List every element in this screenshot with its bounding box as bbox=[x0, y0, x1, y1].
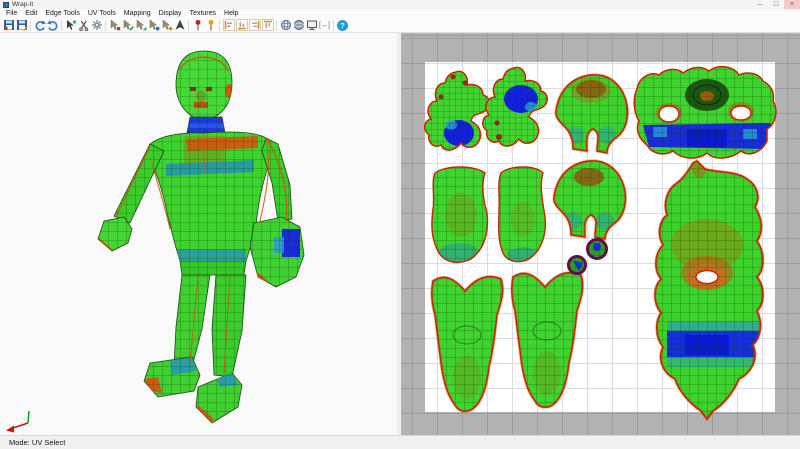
save-icon bbox=[3, 19, 15, 31]
window-title: Wrap-It bbox=[12, 1, 33, 8]
save-button[interactable] bbox=[2, 19, 15, 31]
mode-indicator: Mode: UV Select bbox=[9, 438, 65, 447]
unpin-button[interactable] bbox=[204, 19, 217, 31]
uv-island-torso-back[interactable] bbox=[653, 155, 775, 423]
menu-help[interactable]: Help bbox=[220, 10, 242, 17]
toolbar-separator bbox=[105, 20, 106, 31]
redo-button[interactable] bbox=[46, 19, 59, 31]
uv-hole bbox=[731, 106, 751, 120]
select-face-icon bbox=[135, 19, 147, 31]
x-axis-arrow bbox=[6, 426, 14, 433]
uv-island-ear-a[interactable] bbox=[569, 257, 586, 274]
monitor-icon bbox=[306, 19, 318, 31]
toolbar-separator bbox=[188, 20, 189, 31]
uv-island-leg-b[interactable] bbox=[509, 267, 587, 413]
toolbar-separator bbox=[219, 20, 220, 31]
gear-icon bbox=[91, 19, 103, 31]
menu-uv-tools[interactable]: UV Tools bbox=[84, 10, 120, 17]
redo-icon bbox=[47, 19, 59, 31]
menu-display[interactable]: Display bbox=[155, 10, 186, 17]
align-top-button[interactable] bbox=[261, 19, 274, 31]
toolbar-separator bbox=[61, 20, 62, 31]
align-top-icon bbox=[262, 19, 274, 31]
toolbar: [↔] ? bbox=[0, 18, 800, 33]
uv-island-leg-a[interactable] bbox=[429, 271, 507, 417]
menu-textures[interactable]: Textures bbox=[186, 10, 220, 17]
minimize-button[interactable]: – bbox=[752, 0, 768, 9]
settings-button[interactable] bbox=[90, 19, 103, 31]
menu-edge-tools[interactable]: Edge Tools bbox=[41, 10, 84, 17]
uv-select-button[interactable] bbox=[64, 19, 77, 31]
uv-island-arm-b[interactable] bbox=[495, 163, 553, 267]
uv-hole bbox=[696, 271, 718, 284]
viewport-3d[interactable] bbox=[0, 33, 397, 436]
menu-edit[interactable]: Edit bbox=[21, 10, 41, 17]
menu-file[interactable]: File bbox=[2, 10, 21, 17]
character-model bbox=[0, 33, 397, 436]
help-button[interactable]: ? bbox=[336, 19, 349, 31]
pin-icon bbox=[192, 19, 204, 31]
pin-button[interactable] bbox=[191, 19, 204, 31]
uv-island-ear-b[interactable] bbox=[588, 240, 607, 259]
status-bar: Mode: UV Select bbox=[0, 435, 800, 449]
align-bottom-button[interactable] bbox=[235, 19, 248, 31]
app-icon bbox=[3, 2, 9, 8]
select-edge-button[interactable] bbox=[121, 19, 134, 31]
title-bar: Wrap-It – □ × bbox=[0, 0, 800, 9]
undo-button[interactable] bbox=[33, 19, 46, 31]
toolbar-separator bbox=[276, 20, 277, 31]
menu-mapping[interactable]: Mapping bbox=[120, 10, 155, 17]
axis-gizmo bbox=[6, 411, 29, 433]
align-left-button[interactable] bbox=[222, 19, 235, 31]
save-as-button[interactable] bbox=[15, 19, 28, 31]
window-controls: – □ × bbox=[752, 0, 800, 9]
align-right-icon bbox=[249, 19, 261, 31]
select-island-icon bbox=[148, 19, 160, 31]
sphere-map-button[interactable] bbox=[279, 19, 292, 31]
select-island-button[interactable] bbox=[147, 19, 160, 31]
cut-edges-button[interactable] bbox=[77, 19, 90, 31]
uv-island-boot-top-a[interactable] bbox=[551, 71, 633, 157]
align-right-button[interactable] bbox=[248, 19, 261, 31]
uv-island-right-hand[interactable] bbox=[479, 61, 555, 153]
select-vertex-button[interactable] bbox=[108, 19, 121, 31]
sphere-map-icon bbox=[280, 19, 292, 31]
uv-select-icon bbox=[65, 19, 77, 31]
box-map-button[interactable] bbox=[292, 19, 305, 31]
uv-editor-panel[interactable] bbox=[401, 33, 800, 436]
toolbar-separator bbox=[333, 20, 334, 31]
pack-uvs-button[interactable]: [↔] bbox=[318, 19, 331, 31]
uv-island-left-hand[interactable] bbox=[421, 65, 497, 157]
help-icon: ? bbox=[337, 20, 348, 31]
select-shell-icon bbox=[161, 19, 173, 31]
menu-bar: File Edit Edge Tools UV Tools Mapping Di… bbox=[0, 9, 800, 18]
undo-icon bbox=[34, 19, 46, 31]
save-as-icon bbox=[16, 19, 28, 31]
close-button[interactable]: × bbox=[784, 0, 800, 9]
y-axis-line bbox=[28, 411, 29, 423]
maximize-button[interactable]: □ bbox=[768, 0, 784, 9]
select-shell-button[interactable] bbox=[160, 19, 173, 31]
uv-island-head-chest[interactable] bbox=[631, 63, 781, 163]
display-texture-button[interactable] bbox=[305, 19, 318, 31]
select-edge-icon bbox=[122, 19, 134, 31]
unpin-icon bbox=[205, 19, 217, 31]
uv-hole bbox=[659, 106, 679, 122]
align-bottom-icon bbox=[236, 19, 248, 31]
planar-tool-button[interactable] bbox=[173, 19, 186, 31]
uv-island-arm-a[interactable] bbox=[427, 163, 493, 267]
select-face-button[interactable] bbox=[134, 19, 147, 31]
uv-island-boot-top-b[interactable] bbox=[549, 157, 631, 243]
toolbar-separator bbox=[30, 20, 31, 31]
uv-islands-layer bbox=[401, 33, 800, 436]
select-vertex-icon bbox=[109, 19, 121, 31]
box-map-icon bbox=[293, 19, 305, 31]
align-left-icon bbox=[223, 19, 235, 31]
planar-tool-icon bbox=[174, 19, 186, 31]
scissors-icon bbox=[78, 19, 90, 31]
